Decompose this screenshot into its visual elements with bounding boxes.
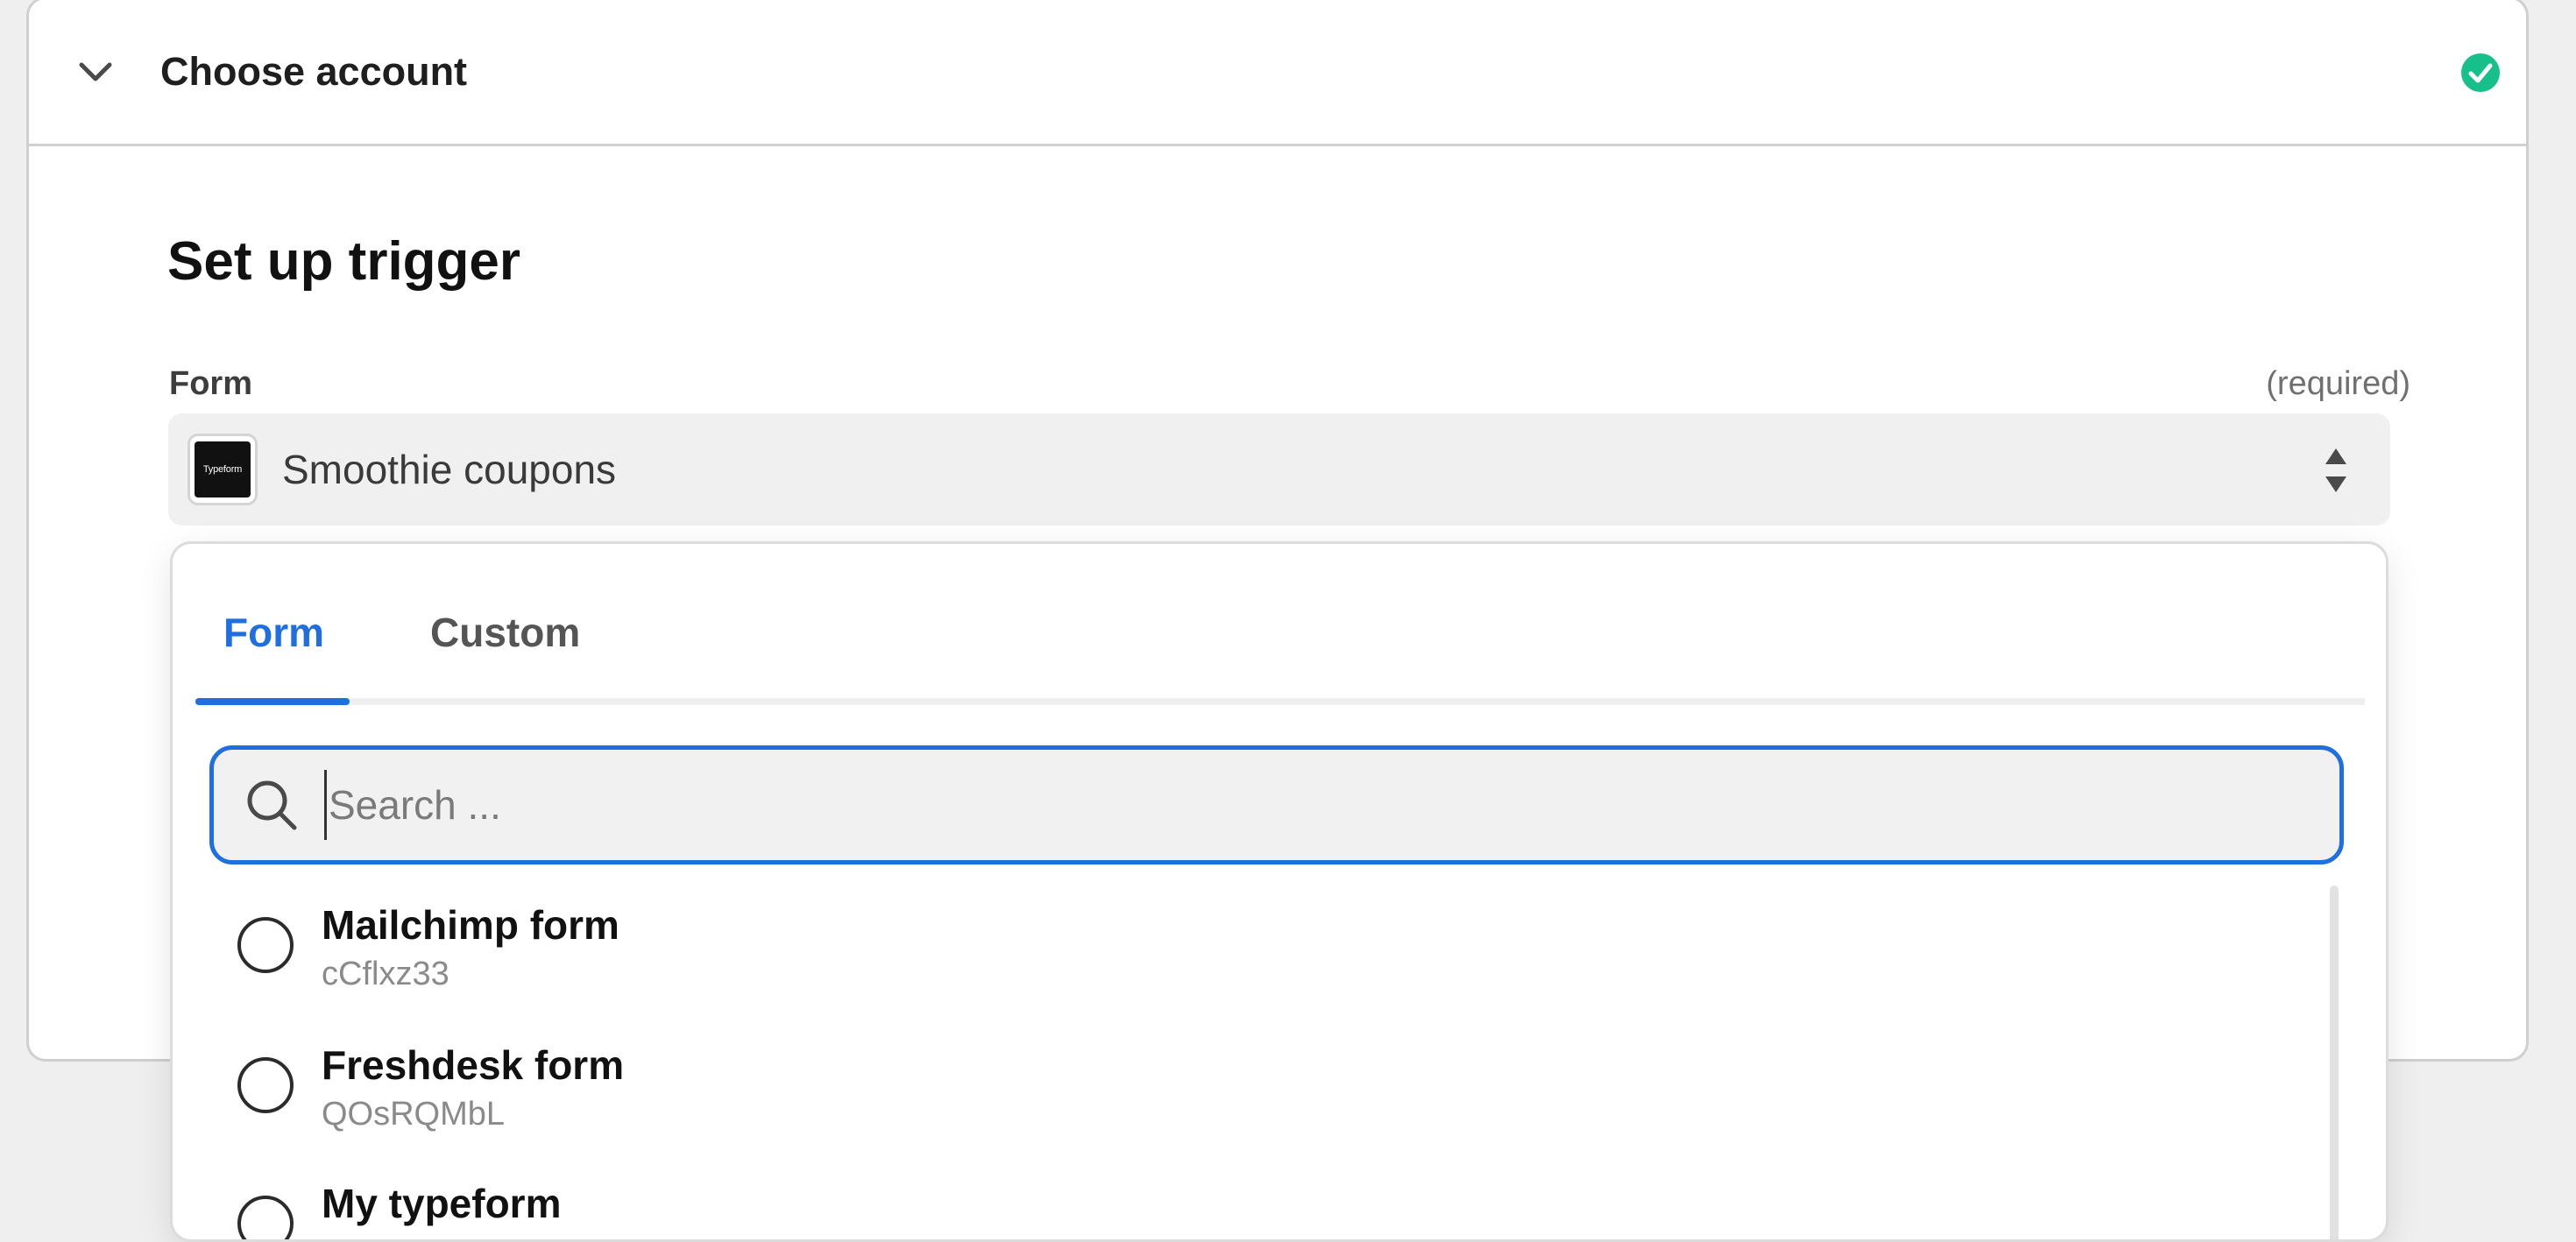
form-dropdown: Form Custom Mailchimp form cCflxz33 Fres… [170,541,2388,1242]
typeform-logo-text: Typeform [195,441,251,498]
list-item[interactable]: Freshdesk form QOsRQMbL [237,1022,2253,1145]
search-icon [244,777,300,833]
option-id: cCflxz33 [322,956,449,992]
form-field-label: Form [169,365,252,402]
tab-custom[interactable]: Custom [430,609,580,656]
tab-form[interactable]: Form [223,609,324,656]
dropdown-tabs: Form Custom [195,544,2365,705]
setup-trigger-title: Set up trigger [167,231,521,292]
list-scrollbar[interactable] [2330,886,2339,1239]
updown-arrows-icon [2324,447,2348,494]
typeform-logo: Typeform [188,434,258,505]
active-tab-indicator [195,698,350,705]
option-title: My typeform [322,1181,562,1226]
option-title: Freshdesk form [322,1042,625,1088]
list-item[interactable]: My typeform [237,1161,2253,1239]
radio-button[interactable] [237,1057,294,1113]
search-box[interactable] [209,745,2344,864]
radio-button[interactable] [237,1196,294,1239]
section-title: Choose account [160,48,468,94]
form-select[interactable]: Typeform Smoothie coupons [168,413,2390,526]
check-circle-icon [2459,52,2502,94]
selected-form-value: Smoothie coupons [282,447,617,492]
required-indicator: (required) [2266,365,2410,402]
search-input[interactable] [324,770,2339,840]
chevron-down-icon[interactable] [74,51,117,93]
radio-button[interactable] [237,917,294,973]
list-item[interactable]: Mailchimp form cCflxz33 [237,882,2253,1005]
option-title: Mailchimp form [322,902,619,948]
choose-account-header[interactable]: Choose account [29,0,2526,146]
option-id: QOsRQMbL [322,1096,506,1133]
